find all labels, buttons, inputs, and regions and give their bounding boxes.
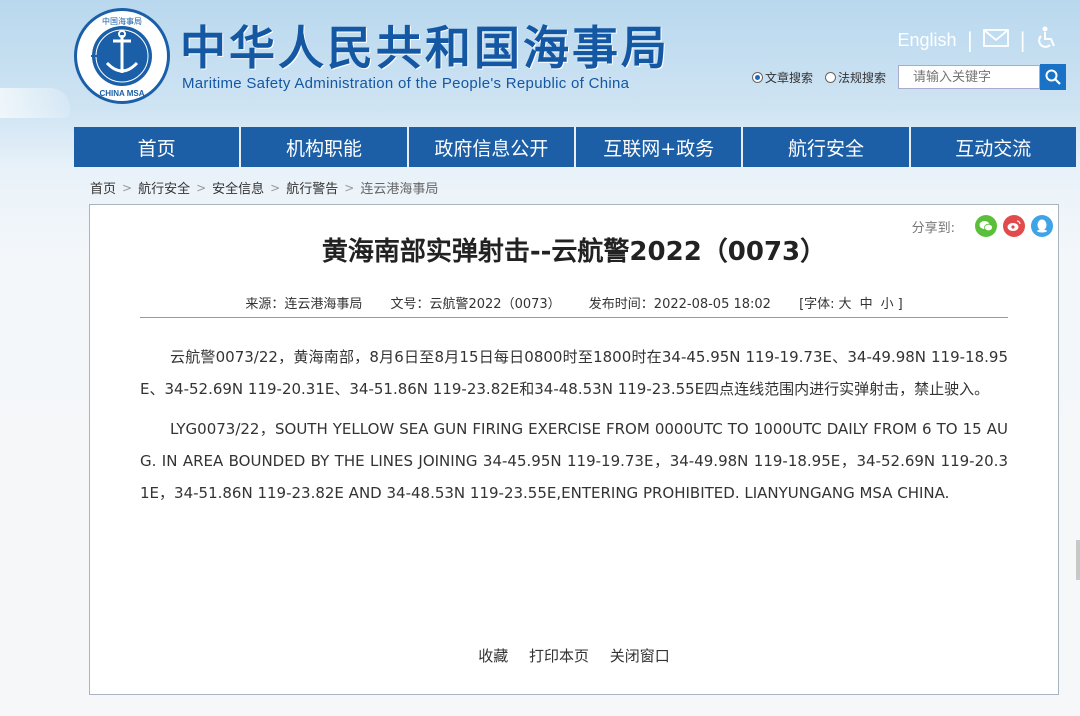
site-title-en: Maritime Safety Administration of the Pe… bbox=[182, 75, 630, 92]
chevron-right-icon: > bbox=[122, 180, 133, 195]
nav-item-gov-info[interactable]: 政府信息公开 bbox=[409, 127, 576, 167]
article-body: 云航警0073/22，黄海南部，8月6日至8月15日每日0800时至1800时在… bbox=[140, 341, 1008, 517]
favorite-button[interactable]: 收藏 bbox=[478, 647, 508, 665]
font-size-label-close: ] bbox=[897, 297, 903, 312]
paragraph-cn: 云航警0073/22，黄海南部，8月6日至8月15日每日0800时至1800时在… bbox=[140, 348, 1008, 398]
nav-item-functions[interactable]: 机构职能 bbox=[241, 127, 409, 167]
chevron-right-icon: > bbox=[196, 180, 207, 195]
article-source: 来源：连云港海事局 bbox=[245, 297, 363, 312]
nav-item-home[interactable]: 首页 bbox=[74, 127, 242, 167]
breadcrumb-safety-info[interactable]: 安全信息 bbox=[212, 178, 264, 197]
nav-item-internet-gov[interactable]: 互联网+政务 bbox=[576, 127, 744, 167]
radio-button[interactable] bbox=[752, 71, 763, 83]
site-title-cn: 中华人民共和国海事局 bbox=[180, 21, 670, 75]
nav-item-interaction[interactable]: 互动交流 bbox=[911, 127, 1076, 167]
breadcrumb-navigation-safety[interactable]: 航行安全 bbox=[138, 178, 190, 197]
article-container: 分享到: 黄海南部实弹射击--云航警2022（0073） 来源：连云港海事局 文… bbox=[89, 204, 1059, 695]
close-window-button[interactable]: 关闭窗口 bbox=[610, 647, 670, 665]
article-meta: 来源：连云港海事局 文号：云航警2022（0073） 发布时间：2022-08-… bbox=[90, 293, 1058, 312]
font-size-label: [字体: bbox=[799, 297, 835, 312]
breadcrumb-current[interactable]: 连云港海事局 bbox=[360, 178, 438, 197]
chevron-right-icon: > bbox=[344, 180, 355, 195]
nav-item-navigation-safety[interactable]: 航行安全 bbox=[743, 127, 911, 167]
top-links: English | | bbox=[897, 26, 1058, 54]
anchor-emblem-icon: CHINA MSA 中国海事局 bbox=[80, 14, 164, 98]
breadcrumb: 首页 > 航行安全 > 安全信息 > 航行警告 > 连云港海事局 bbox=[90, 178, 438, 198]
article-publish-time: 发布时间：2022-08-05 18:02 bbox=[588, 297, 771, 312]
search-input[interactable] bbox=[898, 65, 1041, 89]
search-area: 文章搜索 法规搜索 bbox=[752, 64, 1074, 90]
print-button[interactable]: 打印本页 bbox=[529, 647, 589, 665]
msa-logo[interactable]: CHINA MSA 中国海事局 bbox=[74, 8, 170, 104]
breadcrumb-nav-warning[interactable]: 航行警告 bbox=[286, 178, 338, 197]
article-doc-number: 文号：云航警2022（0073） bbox=[390, 297, 561, 312]
mail-icon[interactable] bbox=[983, 28, 1010, 52]
article-title: 黄海南部实弹射击--云航警2022（0073） bbox=[321, 237, 827, 267]
font-size-medium-button[interactable]: 中 bbox=[860, 297, 873, 312]
accessibility-icon[interactable] bbox=[1036, 26, 1058, 54]
paragraph-en: LYG0073/22，SOUTH YELLOW SEA GUN FIRING E… bbox=[140, 420, 1008, 502]
separator: | bbox=[966, 28, 974, 52]
radio-label: 文章搜索 bbox=[765, 70, 814, 85]
title-divider bbox=[140, 317, 1008, 318]
site-header: CHINA MSA 中国海事局 中华人民共和国海事局 Maritime Safe… bbox=[0, 0, 1080, 125]
radio-article-search[interactable]: 文章搜索 bbox=[752, 69, 813, 86]
search-icon bbox=[1045, 69, 1061, 85]
main-nav: 首页 机构职能 政府信息公开 互联网+政务 航行安全 互动交流 bbox=[74, 127, 1076, 167]
search-button[interactable] bbox=[1040, 64, 1067, 90]
english-link[interactable]: English bbox=[897, 30, 956, 51]
separator: | bbox=[1019, 28, 1026, 52]
chevron-right-icon: > bbox=[270, 180, 281, 195]
radio-law-search[interactable]: 法规搜索 bbox=[825, 69, 886, 86]
page-scrollbar[interactable] bbox=[1076, 540, 1080, 580]
logo-top-text: 中国海事局 bbox=[102, 16, 142, 26]
radio-label: 法规搜索 bbox=[838, 70, 887, 85]
breadcrumb-home[interactable]: 首页 bbox=[90, 178, 116, 197]
font-size-small-button[interactable]: 小 bbox=[881, 297, 894, 312]
logo-text: CHINA MSA bbox=[99, 89, 144, 98]
radio-button[interactable] bbox=[825, 71, 837, 83]
ship-decoration bbox=[0, 88, 70, 118]
font-size-large-button[interactable]: 大 bbox=[839, 297, 852, 312]
article-actions: 收藏 打印本页 关闭窗口 bbox=[90, 645, 1058, 666]
